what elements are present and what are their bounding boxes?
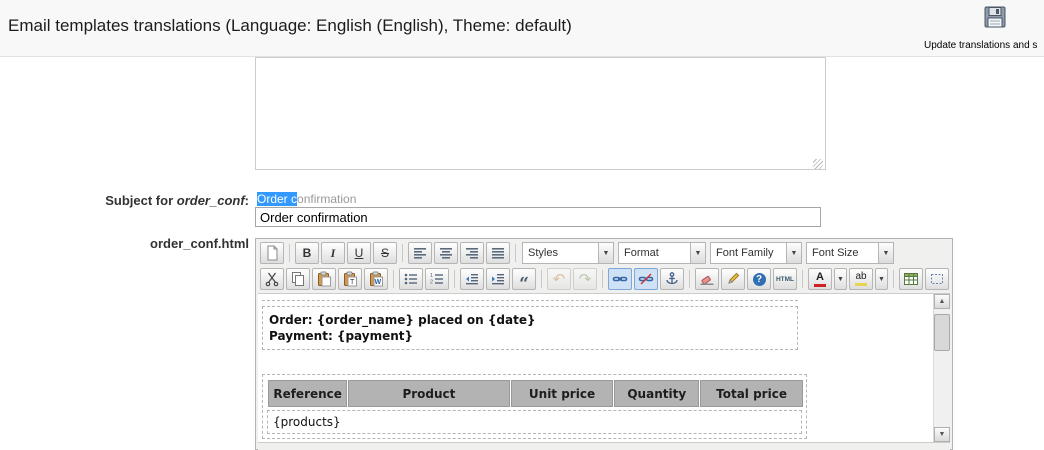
separator: [393, 270, 394, 288]
translation-textarea[interactable]: [255, 57, 826, 170]
outdent-icon[interactable]: [460, 268, 484, 290]
font-size-dropdown[interactable]: Font Size ▼: [806, 242, 894, 264]
suggestion-rest-text: onfirmation: [297, 192, 357, 206]
order-info-block: Order: {order_name} placed on {date} Pay…: [262, 306, 798, 350]
template-block-boundary: [262, 300, 798, 301]
svg-text:T: T: [350, 279, 355, 286]
edit-pencil-icon[interactable]: [721, 268, 745, 290]
editable-body[interactable]: Order: {order_name} placed on {date} Pay…: [258, 294, 933, 442]
subject-input[interactable]: [255, 207, 821, 227]
indent-icon[interactable]: [486, 268, 510, 290]
editor-content-frame: Order: {order_name} placed on {date} Pay…: [258, 293, 950, 442]
anchor-icon[interactable]: [660, 268, 684, 290]
dropdown-arrow-icon[interactable]: ▼: [786, 243, 801, 263]
html-source-icon[interactable]: HTML: [773, 268, 797, 290]
products-table-block: Reference Product Unit price Quantity To…: [262, 374, 807, 439]
subject-autocomplete-suggestion[interactable]: Order confirmation: [257, 192, 356, 206]
table-header-cell: Unit price: [510, 380, 614, 407]
subject-label: Subject for order_conf:: [105, 193, 249, 208]
format-dropdown[interactable]: Format ▼: [618, 242, 706, 264]
blockquote-icon[interactable]: “: [512, 268, 536, 292]
copy-icon[interactable]: [286, 268, 310, 290]
products-placeholder: {products}: [267, 410, 802, 434]
page-title: Email templates translations (Language: …: [8, 16, 572, 35]
text-color-icon[interactable]: A: [808, 268, 832, 290]
italic-button[interactable]: I: [321, 242, 345, 264]
svg-text:W: W: [375, 279, 382, 286]
unlink-icon[interactable]: [634, 268, 658, 290]
align-left-icon[interactable]: [408, 242, 432, 264]
separator: [402, 244, 403, 262]
bold-button[interactable]: B: [295, 242, 319, 264]
visual-aid-toggle-icon[interactable]: [925, 268, 949, 290]
save-floppy-icon[interactable]: [983, 5, 1007, 29]
numbered-list-icon[interactable]: 12: [425, 268, 449, 290]
dropdown-arrow-icon[interactable]: ▼: [878, 243, 893, 263]
table-header-cell: Total price: [700, 380, 803, 407]
new-document-icon[interactable]: [260, 242, 284, 264]
underline-button[interactable]: U: [347, 242, 371, 264]
separator: [454, 270, 455, 288]
editor-statusbar: [258, 442, 950, 450]
background-color-icon[interactable]: ab: [849, 268, 873, 290]
insert-table-icon[interactable]: [899, 268, 923, 290]
text-color-dropdown-arrow-icon[interactable]: ▼: [834, 268, 847, 290]
toolbar-row-2: T W 12 “ ↶ ↷ ? HTML A ▼ ab ▼: [259, 266, 950, 292]
svg-text:2: 2: [430, 280, 433, 286]
svg-text:1: 1: [430, 273, 433, 279]
table-header-cell: Reference: [268, 380, 348, 407]
separator: [602, 270, 603, 288]
styles-dropdown[interactable]: Styles ▼: [522, 242, 614, 264]
paste-from-word-icon[interactable]: W: [364, 268, 388, 290]
align-right-icon[interactable]: [460, 242, 484, 264]
payment-line: Payment: {payment}: [269, 329, 414, 343]
separator: [689, 270, 690, 288]
scrollbar-thumb[interactable]: [934, 314, 950, 351]
cleanup-icon[interactable]: [695, 268, 719, 290]
table-header-cell: Quantity: [614, 380, 700, 407]
help-icon[interactable]: ?: [747, 268, 771, 290]
products-table-header-row: Reference Product Unit price Quantity To…: [268, 380, 803, 407]
dropdown-arrow-icon[interactable]: ▼: [690, 243, 705, 263]
dropdown-arrow-icon[interactable]: ▼: [598, 243, 613, 263]
background-color-dropdown-arrow-icon[interactable]: ▼: [875, 268, 888, 290]
order-line: Order: {order_name} placed on {date}: [269, 313, 536, 327]
table-header-cell: Product: [348, 380, 510, 407]
separator: [289, 244, 290, 262]
cut-icon[interactable]: [260, 268, 284, 290]
undo-icon[interactable]: ↶: [547, 268, 571, 290]
separator: [541, 270, 542, 288]
align-justify-icon[interactable]: [486, 242, 510, 264]
wysiwyg-editor: B I U S Styles ▼ Format ▼ Font Family ▼: [255, 238, 953, 450]
save-button-label[interactable]: Update translations and s: [924, 40, 1037, 51]
suggestion-selected-text: Order c: [257, 192, 298, 206]
separator: [893, 270, 894, 288]
font-family-dropdown[interactable]: Font Family ▼: [710, 242, 802, 264]
textarea-resize-grip[interactable]: [813, 159, 823, 169]
paste-as-text-icon[interactable]: T: [338, 268, 362, 290]
separator: [802, 270, 803, 288]
page-header: Email templates translations (Language: …: [0, 0, 1044, 57]
products-table: Reference Product Unit price Quantity To…: [267, 379, 804, 408]
scroll-down-icon[interactable]: ▼: [934, 427, 950, 442]
editor-file-label: order_conf.html: [150, 236, 249, 251]
align-center-icon[interactable]: [434, 242, 458, 264]
separator: [515, 244, 516, 262]
redo-icon[interactable]: ↷: [573, 268, 597, 290]
strikethrough-button[interactable]: S: [373, 242, 397, 264]
bullet-list-icon[interactable]: [399, 268, 423, 290]
toolbar-row-1: B I U S Styles ▼ Format ▼ Font Family ▼: [259, 240, 896, 266]
scroll-up-icon[interactable]: ▲: [934, 294, 950, 309]
paste-icon[interactable]: [312, 268, 336, 290]
insert-link-icon[interactable]: [608, 268, 632, 290]
editor-scrollbar[interactable]: ▲ ▼: [933, 294, 950, 442]
